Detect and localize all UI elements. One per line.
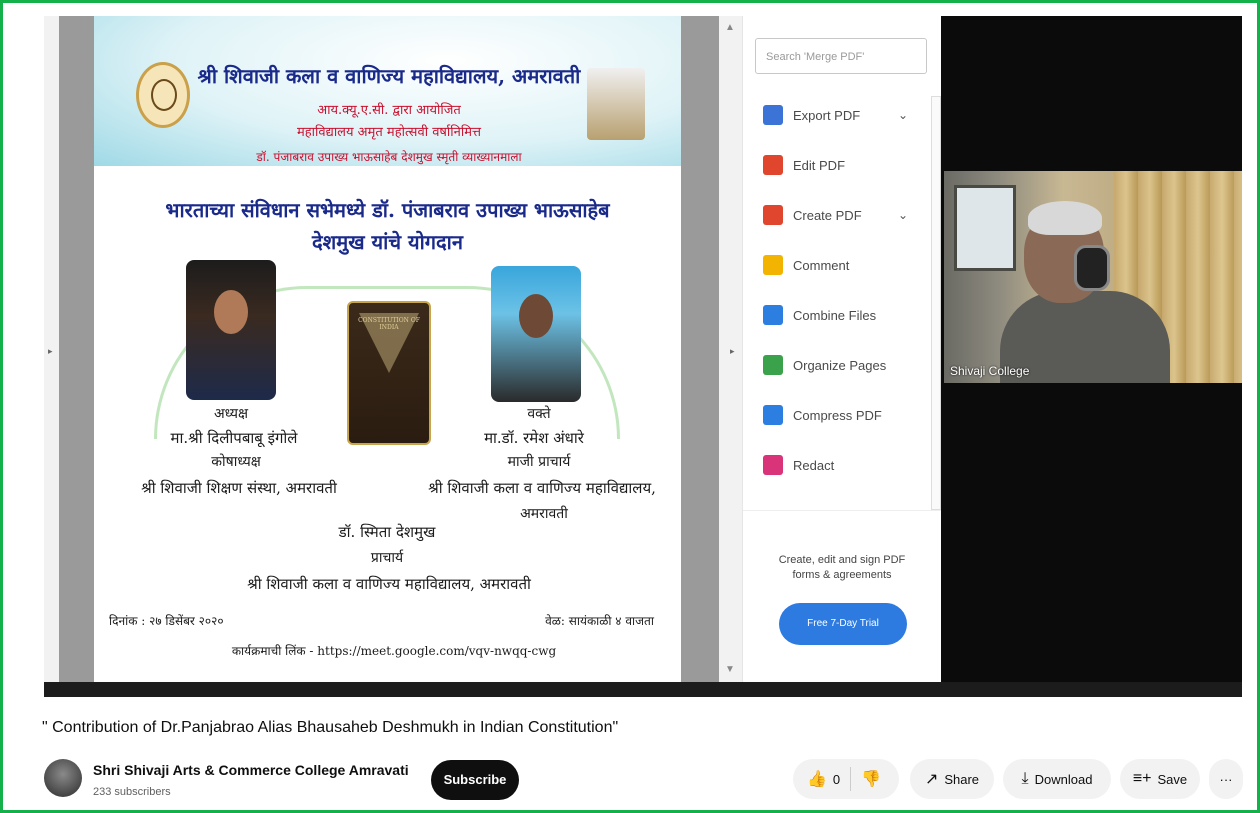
chairperson-photo [186, 260, 276, 400]
poster-header-title: श्री शिवाजी कला व वाणिज्य महाविद्यालय, अ… [197, 64, 581, 88]
speaker-photo [491, 266, 581, 402]
event-link: कार्यक्रमाची लिंक - https://meet.google.… [231, 644, 557, 658]
thumbs-up-icon: 👍 [807, 771, 827, 788]
collapse-panel-icon[interactable]: ▸ [730, 346, 735, 357]
channel-avatar[interactable] [44, 759, 82, 797]
subscriber-count: 233 subscribers [93, 786, 171, 798]
video-title: " Contribution of Dr.Panjabrao Alias Bha… [42, 719, 619, 736]
scroll-down-icon[interactable]: ▼ [725, 664, 735, 675]
expand-left-icon[interactable]: ▸ [48, 346, 53, 357]
participant-label: Shivaji College [950, 364, 1030, 378]
poster-main-title-2: देशमुख यांचे योगदान [312, 230, 463, 254]
poster-line-1: आय.क्यू.ए.सी. द्वारा आयोजित [317, 103, 461, 118]
combine-files-icon [763, 305, 783, 325]
chevron-down-icon[interactable]: ⌄ [898, 208, 908, 222]
principal-org: श्री शिवाजी कला व वाणिज्य महाविद्यालय, अ… [247, 575, 531, 593]
chairperson-org: श्री शिवाजी शिक्षण संस्था, अमरावती [141, 479, 337, 497]
compress-pdf-icon [763, 405, 783, 425]
speaker-org-2: अमरावती [520, 506, 568, 522]
speaker-name: मा.डॉ. रमेश अंधारे [484, 429, 584, 447]
pdf-document-pane: ▸ श्री शिवाजी कला व वाणिज्य महाविद्यालय,… [44, 16, 742, 682]
edit-pdf-icon [763, 155, 783, 175]
subscribe-button[interactable]: Subscribe [431, 760, 519, 800]
chairperson-role: अध्यक्ष [213, 406, 249, 422]
download-icon: ⤓ [1021, 770, 1029, 787]
speaker-org-1: श्री शिवाजी कला व वाणिज्य महाविद्यालय, [428, 479, 656, 497]
participant-hair [1028, 201, 1102, 235]
window-background [954, 185, 1016, 271]
save-button[interactable]: ≡+ Save [1120, 759, 1200, 799]
pdf-left-gutter: ▸ [44, 16, 59, 682]
poster-line-3: डॉ. पंजाबराव उपाख्य भाऊसाहेब देशमुख स्मृ… [256, 150, 522, 164]
participant-video-tile: Shivaji College [944, 171, 1242, 383]
free-trial-button[interactable]: Free 7-Day Trial [779, 603, 907, 645]
divider [850, 767, 852, 791]
like-dislike-group: 👍 0 👎 [793, 759, 899, 799]
like-button[interactable]: 👍 0 [807, 769, 840, 789]
event-poster: श्री शिवाजी कला व वाणिज्य महाविद्यालय, अ… [94, 16, 681, 682]
event-date: दिनांक : २७ डिसेंबर २०२० [109, 614, 224, 628]
promo-text: Create, edit and sign PDF forms & agreem… [778, 554, 906, 581]
principal-name: डॉ. स्मिता देशमुख [338, 523, 436, 541]
headset-icon [1074, 245, 1110, 291]
poster-main-title-1: भारताच्या संविधान सभेमध्ये डॉ. पंजाबराव … [165, 198, 610, 222]
tool-organize-pages[interactable]: Organize Pages [763, 352, 886, 378]
chairperson-post: कोषाध्यक्ष [211, 454, 261, 470]
download-button[interactable]: ⤓ Download [1003, 759, 1111, 799]
scroll-up-icon[interactable]: ▲ [725, 22, 735, 33]
video-player[interactable]: ▸ श्री शिवाजी कला व वाणिज्य महाविद्यालय,… [44, 16, 1242, 697]
speaker-post: माजी प्राचार्य [507, 454, 571, 470]
tool-combine-files[interactable]: Combine Files [763, 302, 876, 328]
tool-edit-pdf[interactable]: Edit PDF [763, 152, 845, 178]
event-time: वेळ: सायंकाळी ४ वाजता [545, 614, 654, 628]
save-playlist-icon: ≡+ [1132, 770, 1152, 787]
tools-scrollbar[interactable] [931, 96, 941, 510]
principal-post: प्राचार्य [370, 550, 404, 566]
chevron-down-icon[interactable]: ⌄ [898, 108, 908, 122]
share-icon: ↗ [924, 771, 939, 788]
tool-redact[interactable]: Redact [763, 452, 834, 478]
more-icon: ··· [1219, 771, 1233, 787]
redact-icon [763, 455, 783, 475]
chairperson-name: मा.श्री दिलीपबाबू इंगोले [170, 429, 298, 447]
organize-pages-icon [763, 355, 783, 375]
tool-create-pdf[interactable]: Create PDF [763, 202, 862, 228]
acrobat-tools-panel: Search 'Merge PDF' Export PDF ⌄ Edit PDF… [742, 16, 941, 683]
export-pdf-icon [763, 105, 783, 125]
video-progress-bar[interactable] [44, 682, 1242, 697]
acrobat-promo: Create, edit and sign PDF forms & agreem… [743, 510, 941, 683]
thumbs-down-icon[interactable]: 👎 [861, 769, 881, 789]
tool-export-pdf[interactable]: Export PDF [763, 102, 860, 128]
poster-line-2: महाविद्यालय अमृत महोत्सवी वर्षानिमित्त [296, 125, 482, 140]
search-tools-input[interactable]: Search 'Merge PDF' [755, 38, 927, 74]
constitution-book-image: CONSTITUTION OF INDIA [347, 301, 431, 445]
tool-compress-pdf[interactable]: Compress PDF [763, 402, 882, 428]
speaker-role: वक्ते [527, 406, 551, 422]
more-actions-button[interactable]: ··· [1209, 759, 1243, 799]
tool-comment[interactable]: Comment [763, 252, 849, 278]
channel-name[interactable]: Shri Shivaji Arts & Commerce College Amr… [93, 762, 409, 778]
comment-icon [763, 255, 783, 275]
share-button[interactable]: ↗ Share [910, 759, 994, 799]
create-pdf-icon [763, 205, 783, 225]
